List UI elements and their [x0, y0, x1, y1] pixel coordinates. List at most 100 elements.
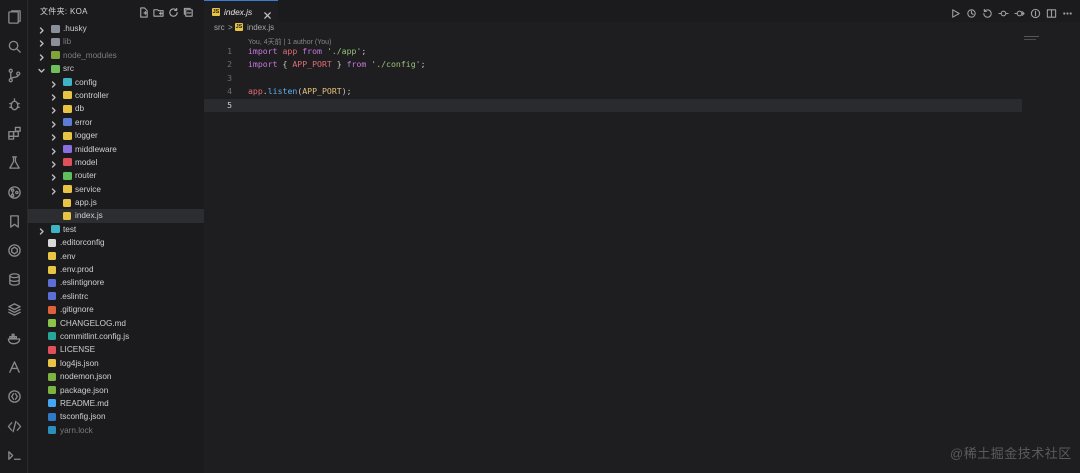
breadcrumb-file[interactable]: index.js	[247, 23, 274, 32]
go-prev-icon[interactable]	[998, 6, 1009, 17]
tree-label: CHANGELOG.md	[60, 318, 126, 328]
chevron-right-icon[interactable]	[50, 159, 57, 168]
file-type-icon	[63, 211, 71, 220]
refresh-icon[interactable]	[168, 5, 179, 17]
code-line[interactable]: 1 import app from './app';	[204, 45, 1022, 58]
chevron-right-icon[interactable]	[50, 146, 57, 155]
testing-icon[interactable]	[6, 154, 22, 170]
tree-file-nodemon-json[interactable]: nodemon.json	[28, 370, 204, 383]
more-icon[interactable]	[1062, 6, 1073, 17]
tree-folder-error[interactable]: error	[28, 116, 204, 129]
tree-folder-controller[interactable]: controller	[28, 89, 204, 102]
file-type-icon	[48, 399, 56, 408]
extensions-icon[interactable]	[6, 125, 22, 141]
tree-folder-logger[interactable]: logger	[28, 129, 204, 142]
chatgpt-icon[interactable]	[6, 242, 22, 258]
chevron-right-icon[interactable]	[38, 25, 45, 34]
tree-folder-config[interactable]: config	[28, 76, 204, 89]
code-token: ;	[420, 59, 426, 70]
tree-file-eslintignore[interactable]: .eslintignore	[28, 276, 204, 289]
new-file-icon[interactable]	[138, 5, 149, 18]
chevron-right-icon[interactable]	[50, 105, 57, 115]
folder-icon	[51, 24, 60, 33]
go-back-icon[interactable]	[982, 6, 993, 18]
tree-file-tsconfig-json[interactable]: tsconfig.json	[28, 410, 204, 423]
docker-icon[interactable]	[6, 330, 22, 346]
tree-folder-src[interactable]: src	[28, 62, 204, 75]
code-line[interactable]: 5	[204, 98, 1022, 112]
bookmarks-icon[interactable]	[6, 213, 22, 229]
js-file-icon: JS	[235, 23, 243, 31]
tree-file-license[interactable]: LICENSE	[28, 343, 204, 356]
tab-index-js[interactable]: JS index.js	[204, 0, 278, 22]
tree-file-changelog-md[interactable]: CHANGELOG.md	[28, 317, 204, 330]
tree-file-readme-md[interactable]: README.md	[28, 397, 204, 410]
code-line[interactable]: 4 app.listen(APP_PORT);	[204, 85, 1022, 98]
tree-label: .eslintrc	[60, 291, 89, 301]
tree-folder-husky[interactable]: .husky	[28, 22, 204, 35]
file-type-icon	[48, 372, 56, 381]
tree-folder-model[interactable]: model	[28, 156, 204, 169]
code-token: app	[277, 46, 303, 56]
chevron-right-icon[interactable]	[50, 119, 57, 128]
chevron-down-icon[interactable]	[38, 65, 45, 73]
tree-folder-node-modules[interactable]: node_modules	[28, 49, 204, 62]
info-icon[interactable]	[1030, 6, 1041, 19]
tree-folder-db[interactable]: db	[28, 102, 204, 115]
code-line[interactable]: 2 import { APP_PORT } from './config';	[204, 58, 1022, 71]
chevron-right-icon[interactable]	[50, 79, 57, 88]
chevron-right-icon[interactable]	[38, 226, 45, 235]
tree-label: middleware	[75, 144, 117, 154]
tree-folder-lib[interactable]: lib	[28, 35, 204, 48]
code-icon[interactable]	[6, 418, 22, 434]
tree-file-editorconfig[interactable]: .editorconfig	[28, 236, 204, 249]
chevron-right-icon[interactable]	[50, 172, 57, 181]
code-line[interactable]: 3	[204, 72, 1022, 85]
tree-file-env-prod[interactable]: .env.prod	[28, 263, 204, 276]
run-icon[interactable]	[950, 6, 961, 18]
split-editor-icon[interactable]	[1046, 6, 1057, 18]
code-text: import { APP_PORT } from './config';	[248, 58, 426, 71]
tree-file-commitlint-config-js[interactable]: commitlint.config.js	[28, 330, 204, 343]
remote-icon[interactable]	[6, 388, 22, 404]
file-type-icon	[48, 426, 56, 435]
chevron-right-icon[interactable]	[38, 38, 45, 48]
git-graph-icon[interactable]	[6, 184, 22, 200]
tree-file-yarn-lock[interactable]: yarn.lock	[28, 424, 204, 437]
close-icon[interactable]	[263, 7, 272, 19]
tree-file-package-json[interactable]: package.json	[28, 384, 204, 397]
folder-icon	[63, 158, 72, 167]
tree-file-index-js[interactable]: index.js	[28, 209, 204, 223]
breadcrumb-folder[interactable]: src	[214, 23, 225, 32]
tree-folder-middleware[interactable]: middleware	[28, 143, 204, 156]
tree-folder-test[interactable]: test	[28, 223, 204, 236]
chevron-right-icon[interactable]	[50, 186, 57, 195]
database-icon[interactable]	[6, 271, 22, 287]
explorer-icon[interactable]	[6, 9, 22, 25]
tree-file-env[interactable]: .env	[28, 250, 204, 263]
layers-icon[interactable]	[6, 301, 22, 317]
collapse-all-icon[interactable]	[183, 5, 194, 17]
tree-file-log4js-json[interactable]: log4js.json	[28, 357, 204, 370]
timeline-icon[interactable]	[966, 6, 977, 18]
code-text: import app from './app';	[248, 45, 366, 58]
source-control-icon[interactable]	[6, 67, 22, 83]
tree-label: model	[75, 157, 98, 167]
tree-file-eslintrc[interactable]: .eslintrc	[28, 290, 204, 303]
chevron-right-icon[interactable]	[38, 52, 45, 61]
search-icon[interactable]	[6, 38, 22, 54]
tree-folder-router[interactable]: router	[28, 169, 204, 182]
chevron-right-icon[interactable]	[50, 92, 57, 101]
tree-folder-service[interactable]: service	[28, 183, 204, 196]
go-forward-icon[interactable]	[1014, 6, 1025, 17]
code-token: listen	[267, 86, 298, 97]
git-lens-icon[interactable]	[6, 359, 22, 375]
terminal-icon[interactable]	[6, 447, 22, 463]
tree-file-gitignore[interactable]: .gitignore	[28, 303, 204, 316]
tree-file-app-js[interactable]: app.js	[28, 196, 204, 209]
debug-icon[interactable]	[6, 96, 22, 112]
code-editor[interactable]: 1 import app from './app'; 2 import { APP_P…	[204, 45, 1080, 473]
tree-label: .gitignore	[60, 305, 94, 315]
new-folder-icon[interactable]	[153, 5, 164, 17]
chevron-right-icon[interactable]	[50, 132, 57, 141]
